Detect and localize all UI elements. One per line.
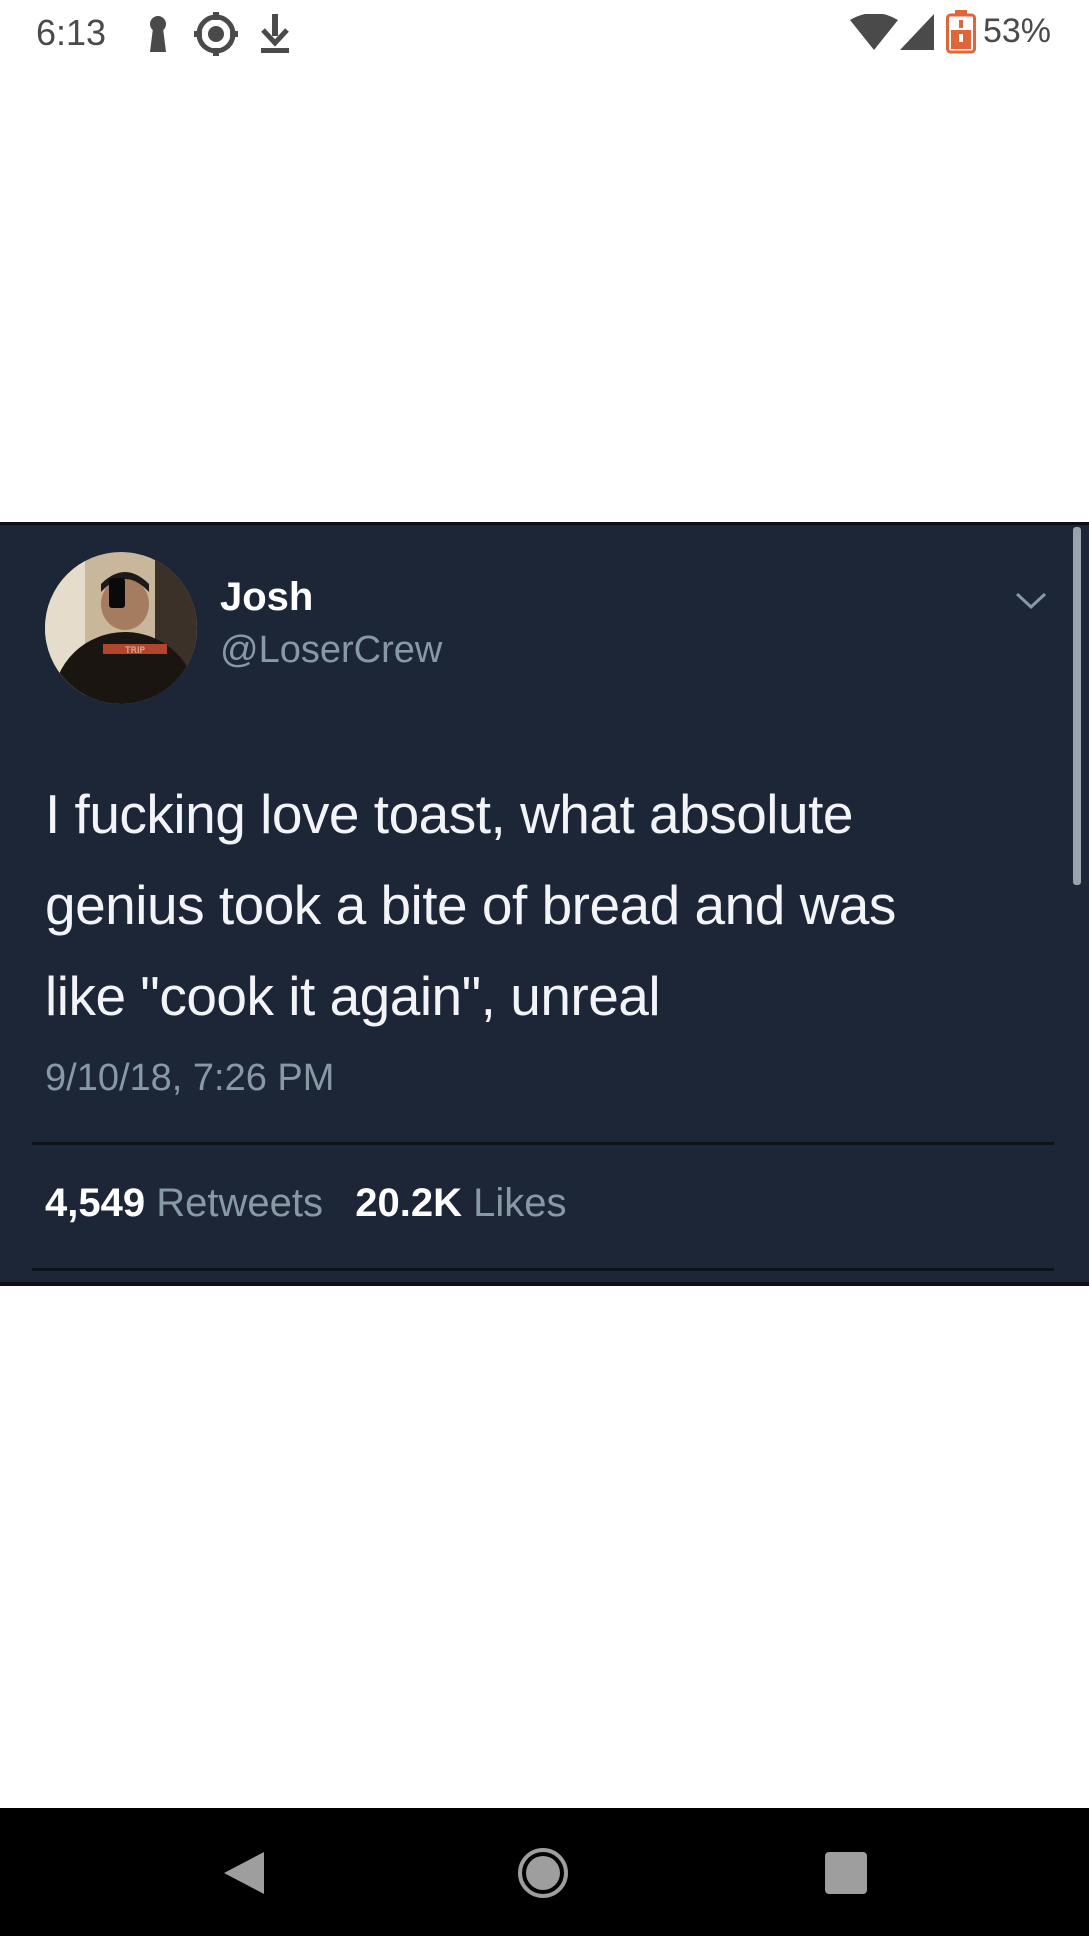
- home-icon[interactable]: [508, 1838, 578, 1908]
- svg-text:TRIP: TRIP: [124, 646, 145, 656]
- screen: 6:13 53% TRIP Josh @LoserCrew I fucking …: [0, 0, 1089, 1936]
- author-handle[interactable]: @LoserCrew: [220, 629, 442, 672]
- divider: [32, 1142, 1054, 1145]
- likes-count: 20.2K: [355, 1181, 462, 1225]
- tweet-text-line: like "cook it again", unreal: [45, 965, 661, 1027]
- avatar: TRIP: [45, 552, 197, 704]
- retweets-stat[interactable]: 4,549 Retweets: [45, 1181, 334, 1225]
- likes-stat[interactable]: 20.2K Likes: [355, 1181, 566, 1225]
- retweets-count: 4,549: [45, 1181, 146, 1225]
- status-time: 6:13: [36, 12, 107, 53]
- divider: [32, 1268, 1054, 1271]
- chevron-down-icon[interactable]: [1014, 591, 1048, 616]
- signal-icon: [900, 14, 934, 55]
- status-bar: 6:13 53%: [0, 0, 1089, 68]
- navigation-bar: [0, 1808, 1089, 1936]
- tweet-text-line: I fucking love toast, what absolute: [45, 783, 853, 845]
- tweet-timestamp: 9/10/18, 7:26 PM: [45, 1057, 335, 1099]
- battery-icon: [946, 10, 976, 59]
- settings-circle-icon: [194, 12, 238, 61]
- scroll-thumb: [1073, 527, 1081, 885]
- back-icon[interactable]: [206, 1838, 276, 1908]
- download-icon: [258, 12, 292, 59]
- battery-percent: 53%: [982, 12, 1051, 50]
- author-name[interactable]: Josh: [220, 575, 313, 620]
- keyhole-icon: [144, 14, 172, 59]
- recents-icon[interactable]: [811, 1838, 881, 1908]
- tweet-text: I fucking love toast, what absolute geni…: [45, 769, 1035, 1042]
- likes-label: Likes: [473, 1181, 567, 1225]
- tweet-text-line: genius took a bite of bread and was: [45, 874, 896, 936]
- tweet-stats: 4,549 Retweets 20.2K Likes: [45, 1181, 567, 1226]
- wifi-icon: [850, 13, 898, 55]
- retweets-label: Retweets: [156, 1181, 323, 1225]
- tweet-screenshot: TRIP Josh @LoserCrew I fucking love toas…: [0, 522, 1089, 1286]
